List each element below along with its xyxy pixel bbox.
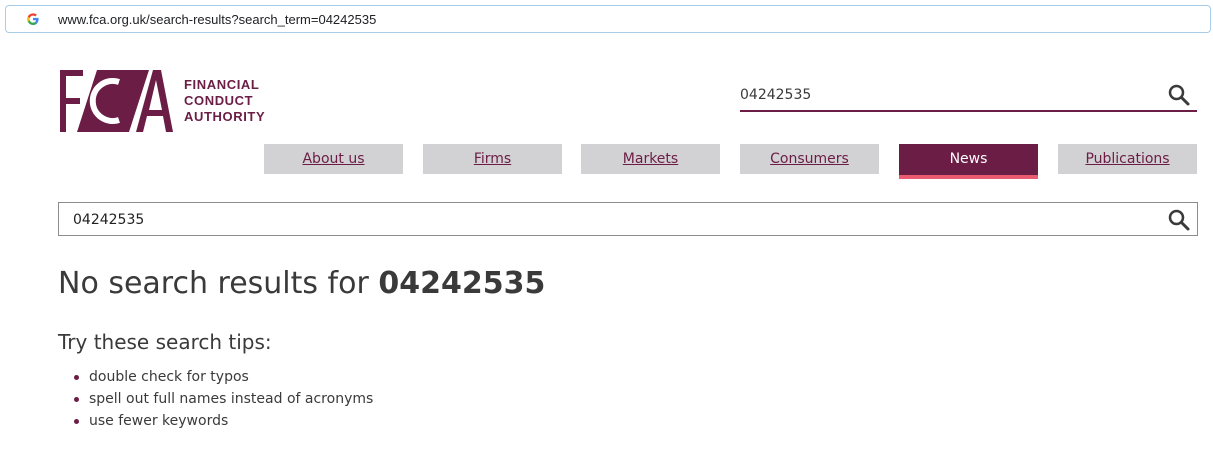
results-search-term: 04242535	[378, 266, 546, 301]
header-search-button[interactable]	[1167, 83, 1191, 107]
tip-item: spell out full names instead of acronyms	[74, 388, 373, 410]
nav-item-consumers[interactable]: Consumers	[740, 144, 879, 174]
results-search-input[interactable]	[73, 210, 1133, 230]
logo-line: CONDUCT	[184, 93, 254, 108]
logo-line: FINANCIAL	[184, 77, 260, 92]
results-search-box	[58, 202, 1198, 236]
logo-wordmark: FINANCIAL CONDUCT AUTHORITY	[184, 77, 265, 125]
fca-logo-mark	[60, 70, 173, 132]
nav-item-markets[interactable]: Markets	[581, 144, 720, 174]
results-heading-prefix: No search results for	[58, 266, 369, 301]
page: www.fca.org.uk/search-results?search_ter…	[0, 0, 1213, 453]
header-search	[740, 80, 1197, 112]
tip-item: use fewer keywords	[74, 410, 373, 432]
nav-item-news[interactable]: News	[899, 144, 1038, 179]
nav-item-firms[interactable]: Firms	[423, 144, 562, 174]
address-bar[interactable]: www.fca.org.uk/search-results?search_ter…	[5, 5, 1211, 33]
results-heading: No search results for 04242535	[58, 266, 545, 301]
logo-line: AUTHORITY	[184, 109, 266, 124]
fca-logo[interactable]: FINANCIAL CONDUCT AUTHORITY	[57, 68, 265, 134]
google-g-icon	[26, 12, 40, 26]
url-text[interactable]: www.fca.org.uk/search-results?search_ter…	[58, 12, 376, 27]
tips-heading: Try these search tips:	[58, 330, 272, 354]
header-search-input[interactable]	[740, 84, 1150, 106]
nav-item-publications[interactable]: Publications	[1058, 144, 1197, 174]
nav-item-about-us[interactable]: About us	[264, 144, 403, 174]
search-icon	[1168, 84, 1190, 106]
tip-item: double check for typos	[74, 366, 373, 388]
search-icon	[1168, 209, 1190, 231]
tips-list: double check for typos spell out full na…	[74, 366, 373, 432]
results-search-button[interactable]	[1167, 208, 1191, 232]
